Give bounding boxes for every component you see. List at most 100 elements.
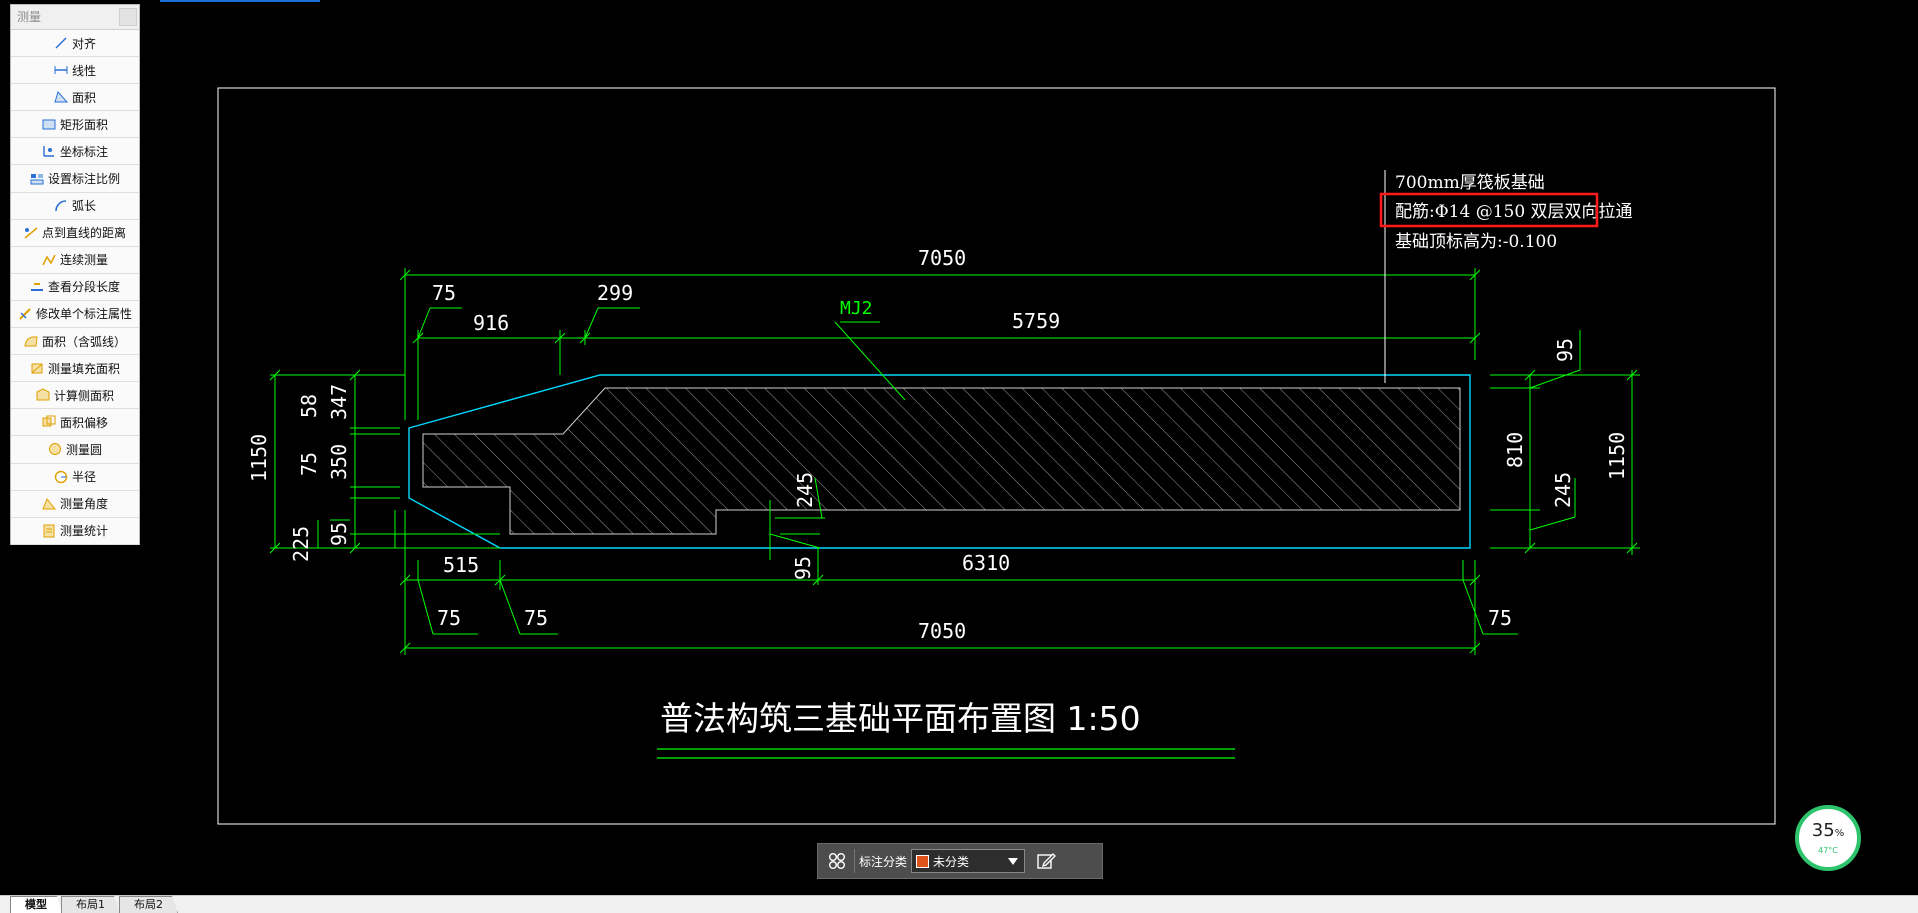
measure-tool-label: 面积 — [71, 90, 96, 105]
measure-tool-label: 面积偏移 — [59, 415, 108, 430]
measure-tool-label: 查看分段长度 — [47, 280, 120, 295]
tab-layout1[interactable]: 布局1 — [61, 896, 120, 913]
arc-length-icon — [55, 199, 67, 211]
dim-top-75: 75 — [432, 281, 456, 305]
dim-bottom-75b: 75 — [524, 606, 548, 630]
fill-area-icon — [31, 363, 43, 374]
radius-icon — [54, 470, 68, 483]
chevron-down-icon — [1008, 858, 1019, 865]
dim-bottom-75c: 75 — [1488, 606, 1512, 630]
dim-bottom-total: 7050 — [918, 619, 966, 643]
edit-class-button[interactable] — [1033, 848, 1059, 874]
dim-inner-245: 245 — [793, 472, 817, 508]
measure-tool-label: 修改单个标注属性 — [35, 307, 132, 322]
dim-right-245: 245 — [1551, 472, 1575, 508]
measure-tool-coordinate-annotation[interactable]: 坐标标注 — [11, 138, 139, 166]
dim-top-299: 299 — [597, 281, 633, 305]
mark-label-mj2: MJ2 — [840, 298, 873, 319]
measure-tool-radius[interactable]: 半径 — [11, 463, 139, 491]
side-area-icon — [36, 388, 50, 401]
measure-tool-linear-measure[interactable]: 线性 — [11, 57, 139, 85]
measure-tool-label: 线性 — [71, 63, 96, 78]
rectangle-area-icon — [42, 119, 56, 130]
measure-tool-label: 计算侧面积 — [53, 388, 114, 403]
measure-tool-segment-length[interactable]: 查看分段长度 — [11, 273, 139, 301]
coordinate-annotation-icon — [43, 146, 54, 158]
dim-left-225: 225 — [289, 526, 313, 562]
cpu-usage-gauge[interactable]: 35% 47°C — [1795, 805, 1861, 871]
dim-bottom-75a: 75 — [437, 606, 461, 630]
measure-tool-label: 测量角度 — [59, 497, 108, 512]
dim-top-916: 916 — [473, 311, 509, 335]
dim-left-95: 95 — [327, 522, 351, 546]
measure-tool-rectangle-area[interactable]: 矩形面积 — [11, 111, 139, 139]
dim-right-95: 95 — [1553, 338, 1577, 362]
measure-tool-circle-measure[interactable]: 测量圆 — [11, 436, 139, 464]
note-slab-thickness: 700mm厚筏板基础 — [1395, 173, 1545, 193]
panel-close-button[interactable] — [119, 8, 137, 26]
angle-measure-icon — [42, 497, 56, 510]
measure-tool-label: 坐标标注 — [59, 144, 108, 159]
measure-stats-icon — [43, 524, 55, 538]
class-label: 标注分类 — [859, 854, 908, 869]
classify-grid-button[interactable] — [824, 848, 850, 874]
edit-icon — [1037, 853, 1056, 869]
measure-tool-arc-length[interactable]: 弧长 — [11, 192, 139, 220]
measure-tool-label: 测量圆 — [65, 442, 102, 457]
measure-tool-annotation-scale[interactable]: 设置标注比例 — [11, 165, 139, 193]
dim-bottom-515: 515 — [443, 553, 479, 577]
dim-left-75: 75 — [297, 452, 321, 476]
measure-tool-label: 测量统计 — [59, 524, 108, 539]
tab-model[interactable]: 模型 — [10, 896, 62, 913]
measure-tool-list: 对齐线性面积矩形面积坐标标注设置标注比例 弧长点到直线的距离连续测量查看分段长度修… — [11, 30, 139, 545]
dim-bottom-6310: 6310 — [962, 551, 1010, 575]
dim-left-347: 347 — [327, 384, 351, 420]
measure-tool-measure-stats[interactable]: 测量统计 — [11, 517, 139, 545]
class-select-value: 未分类 — [933, 854, 970, 869]
grid-icon — [829, 853, 845, 869]
dim-right-810: 810 — [1503, 432, 1527, 468]
dim-top-5759: 5759 — [1012, 309, 1060, 333]
measure-tool-area[interactable]: 面积 — [11, 84, 139, 112]
cad-drawing-canvas[interactable]: 7050 75 299 916 5759 515 6310 75 75 75 7… — [0, 0, 1918, 895]
measure-tool-arc-area[interactable]: 面积（含弧线） — [11, 328, 139, 356]
dim-bottom-95: 95 — [791, 556, 815, 580]
measure-tool-label: 半径 — [71, 470, 96, 485]
annotation-scale-icon — [30, 173, 44, 185]
hatched-inner-area — [422, 387, 1461, 535]
measure-tool-label: 对齐 — [71, 36, 96, 51]
linear-measure-icon — [54, 66, 68, 75]
measure-tool-label: 弧长 — [71, 199, 96, 214]
measure-tool-angle-measure[interactable]: 测量角度 — [11, 490, 139, 518]
segment-length-icon — [30, 282, 43, 291]
measure-tool-area-offset[interactable]: 面积偏移 — [11, 409, 139, 437]
measure-tool-align-measure[interactable]: 对齐 — [11, 30, 139, 58]
measure-tool-label: 点到直线的距离 — [41, 226, 126, 241]
measure-tool-point-line-distance[interactable]: 点到直线的距离 — [11, 219, 139, 247]
dim-left-1150: 1150 — [247, 434, 271, 482]
annotation-class-toolbar: 标注分类 未分类 — [817, 843, 1103, 879]
measure-panel: 测量 对齐线性面积矩形面积坐标标注设置标注比例 弧长点到直线的距离连续测量查看分段… — [10, 4, 140, 545]
measure-tool-continuous-measure[interactable]: 连续测量 — [11, 246, 139, 274]
note-elevation: 基础顶标高为:-0.100 — [1395, 232, 1557, 252]
measure-tool-label: 测量填充面积 — [47, 361, 120, 376]
measure-panel-title-text: 测量 — [17, 10, 42, 24]
measure-tool-label: 设置标注比例 — [47, 172, 120, 187]
measure-tool-fill-area[interactable]: 测量填充面积 — [11, 355, 139, 383]
continuous-measure-icon — [42, 254, 56, 266]
dim-left-58: 58 — [297, 394, 321, 418]
measure-tool-side-area[interactable]: 计算侧面积 — [11, 382, 139, 410]
dim-top-total: 7050 — [918, 246, 966, 270]
toolbar-separator — [854, 849, 855, 873]
circle-measure-icon — [48, 443, 61, 456]
usage-percent: 35% — [1811, 819, 1845, 841]
arc-area-icon — [24, 336, 38, 347]
drawing-title: 普法构筑三基础平面布置图 1:50 — [660, 699, 1141, 738]
dim-right-1150: 1150 — [1605, 432, 1629, 480]
tab-layout2[interactable]: 布局2 — [119, 896, 178, 913]
class-select[interactable]: 未分类 — [911, 849, 1026, 873]
class-color-swatch — [916, 854, 930, 868]
measure-tool-edit-annotation[interactable]: 修改单个标注属性 — [11, 300, 139, 329]
measure-panel-title: 测量 — [11, 5, 139, 30]
layout-tab-bar: 模型 布局1 布局2 — [0, 895, 1918, 913]
